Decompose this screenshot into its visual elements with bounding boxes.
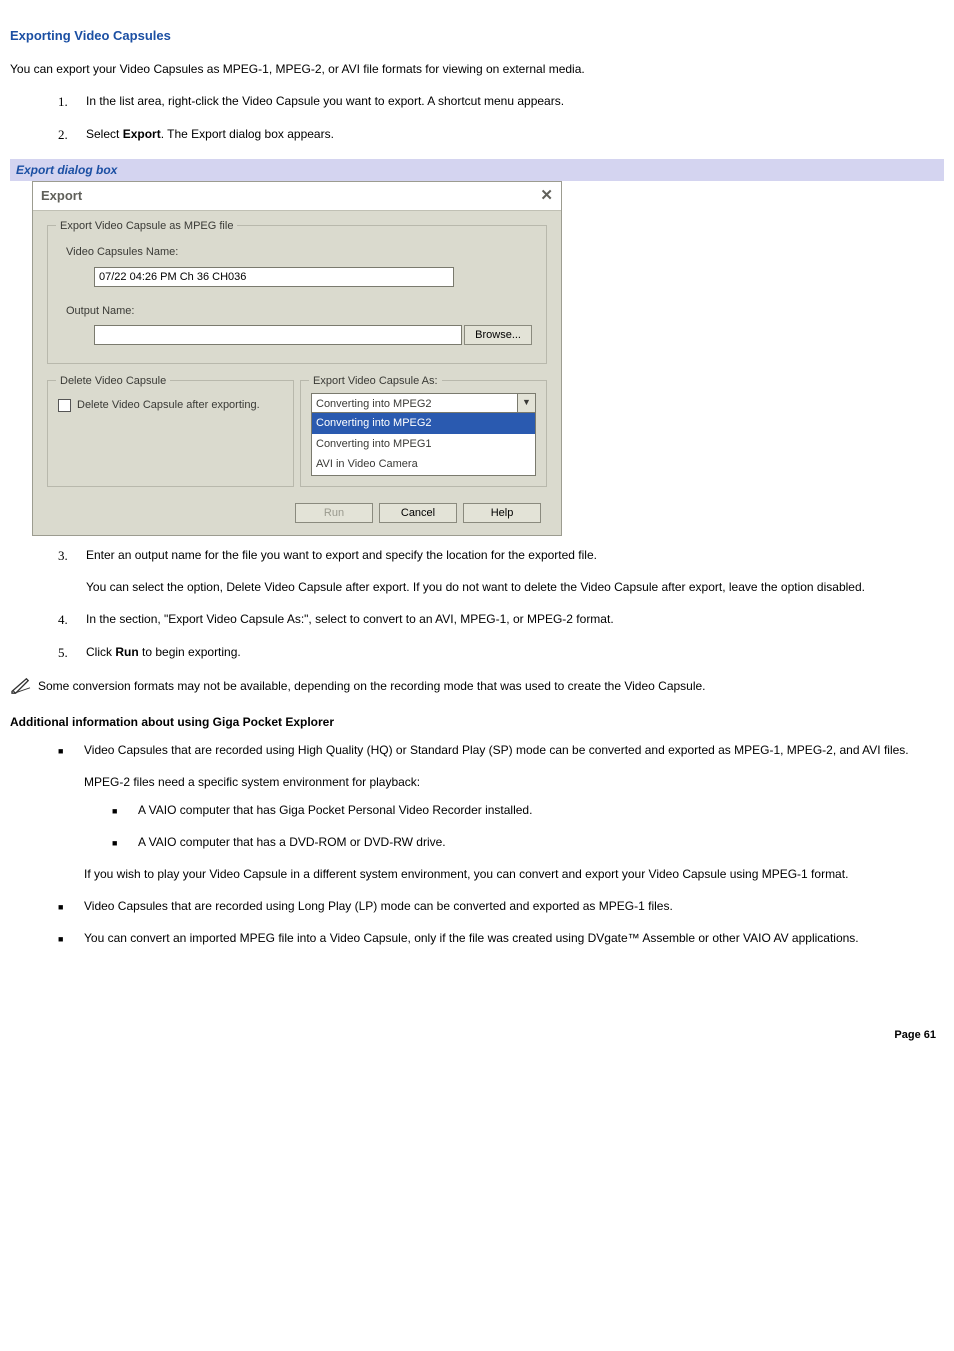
step-text: Select Export. The Export dialog box app… <box>86 125 944 143</box>
bullet-subtext2: If you wish to play your Video Capsule i… <box>84 865 944 883</box>
steps-list-1: 1. In the list area, right-click the Vid… <box>10 92 944 145</box>
step-pre: Select <box>86 127 123 141</box>
group-legend: Export Video Capsule as MPEG file <box>56 218 237 235</box>
export-format-option[interactable]: Converting into MPEG1 <box>312 434 535 455</box>
note-icon <box>10 677 32 695</box>
export-format-options: Converting into MPEG2 Converting into MP… <box>311 413 536 476</box>
intro-paragraph: You can export your Video Capsules as MP… <box>10 60 944 78</box>
step-text: In the section, "Export Video Capsule As… <box>86 610 944 628</box>
bullet-text: Video Capsules that are recorded using H… <box>84 743 909 757</box>
export-format-selected: Converting into MPEG2 <box>312 394 517 412</box>
export-format-option[interactable]: AVI in Video Camera <box>312 454 535 475</box>
step-text: In the list area, right-click the Video … <box>86 92 944 110</box>
step-text: Click Run to begin exporting. <box>86 643 944 661</box>
export-format-option[interactable]: Converting into MPEG2 <box>312 413 535 434</box>
sub-bullet-list: ■ A VAIO computer that has Giga Pocket Pe… <box>84 801 944 851</box>
note-text: Some conversion formats may not be avail… <box>38 677 706 695</box>
figure-caption: Export dialog box <box>10 159 944 181</box>
close-icon[interactable]: ✕ <box>540 185 553 208</box>
step-text: Enter an output name for the file you wa… <box>86 546 944 596</box>
steps-list-2: 3. Enter an output name for the file you… <box>10 546 944 663</box>
run-button[interactable]: Run <box>295 503 373 523</box>
step-bold: Run <box>115 645 138 659</box>
list-item: Video Capsules that are recorded using L… <box>84 897 944 915</box>
output-name-label: Output Name: <box>66 303 532 320</box>
chevron-down-icon[interactable]: ▼ <box>517 394 535 412</box>
note-block: Some conversion formats may not be avail… <box>10 677 944 695</box>
capsule-name-label: Video Capsules Name: <box>66 244 532 261</box>
bullet-icon: ■ <box>58 933 80 947</box>
list-item: You can convert an imported MPEG file in… <box>84 929 944 947</box>
step-bold: Export <box>123 127 161 141</box>
delete-after-export-label: Delete Video Capsule after exporting. <box>77 397 260 414</box>
step-post: to begin exporting. <box>139 645 241 659</box>
export-format-select[interactable]: Converting into MPEG2 ▼ <box>311 393 536 413</box>
step-main: Enter an output name for the file you wa… <box>86 548 597 562</box>
browse-button[interactable]: Browse... <box>464 325 532 345</box>
capsule-name-field[interactable] <box>94 267 454 287</box>
step-post: . The Export dialog box appears. <box>161 127 334 141</box>
step-number: 5. <box>58 643 80 663</box>
page-number: Page 61 <box>10 1027 944 1044</box>
bullet-icon: ■ <box>112 837 134 851</box>
delete-capsule-group: Delete Video Capsule Delete Video Capsul… <box>47 380 294 487</box>
additional-info-heading: Additional information about using Giga … <box>10 713 944 731</box>
dialog-title: Export <box>41 186 82 206</box>
step-number: 2. <box>58 125 80 145</box>
export-as-group: Export Video Capsule As: Converting into… <box>300 380 547 487</box>
step-number: 4. <box>58 610 80 630</box>
export-dialog: Export ✕ Export Video Capsule as MPEG fi… <box>32 181 562 536</box>
step-pre: Click <box>86 645 115 659</box>
step-number: 3. <box>58 546 80 566</box>
page-heading: Exporting Video Capsules <box>10 26 944 46</box>
dialog-titlebar: Export ✕ <box>33 182 561 212</box>
bullet-subtext: MPEG-2 files need a specific system envi… <box>84 773 944 791</box>
list-item: Video Capsules that are recorded using H… <box>84 741 944 883</box>
bullet-list: ■ Video Capsules that are recorded using… <box>10 741 944 947</box>
export-mpeg-group: Export Video Capsule as MPEG file Video … <box>47 225 547 364</box>
output-name-field[interactable] <box>94 325 462 345</box>
delete-after-export-checkbox[interactable] <box>58 399 71 412</box>
cancel-button[interactable]: Cancel <box>379 503 457 523</box>
group-legend: Delete Video Capsule <box>56 373 170 390</box>
bullet-icon: ■ <box>58 745 80 759</box>
step-subnote: You can select the option, Delete Video … <box>86 578 944 596</box>
help-button[interactable]: Help <box>463 503 541 523</box>
group-legend: Export Video Capsule As: <box>309 373 442 390</box>
bullet-icon: ■ <box>58 901 80 915</box>
sub-bullet-text: A VAIO computer that has Giga Pocket Per… <box>138 801 532 819</box>
dialog-screenshot: Export ✕ Export Video Capsule as MPEG fi… <box>32 181 944 536</box>
step-number: 1. <box>58 92 80 112</box>
sub-bullet-text: A VAIO computer that has a DVD-ROM or DV… <box>138 833 446 851</box>
bullet-icon: ■ <box>112 805 134 819</box>
